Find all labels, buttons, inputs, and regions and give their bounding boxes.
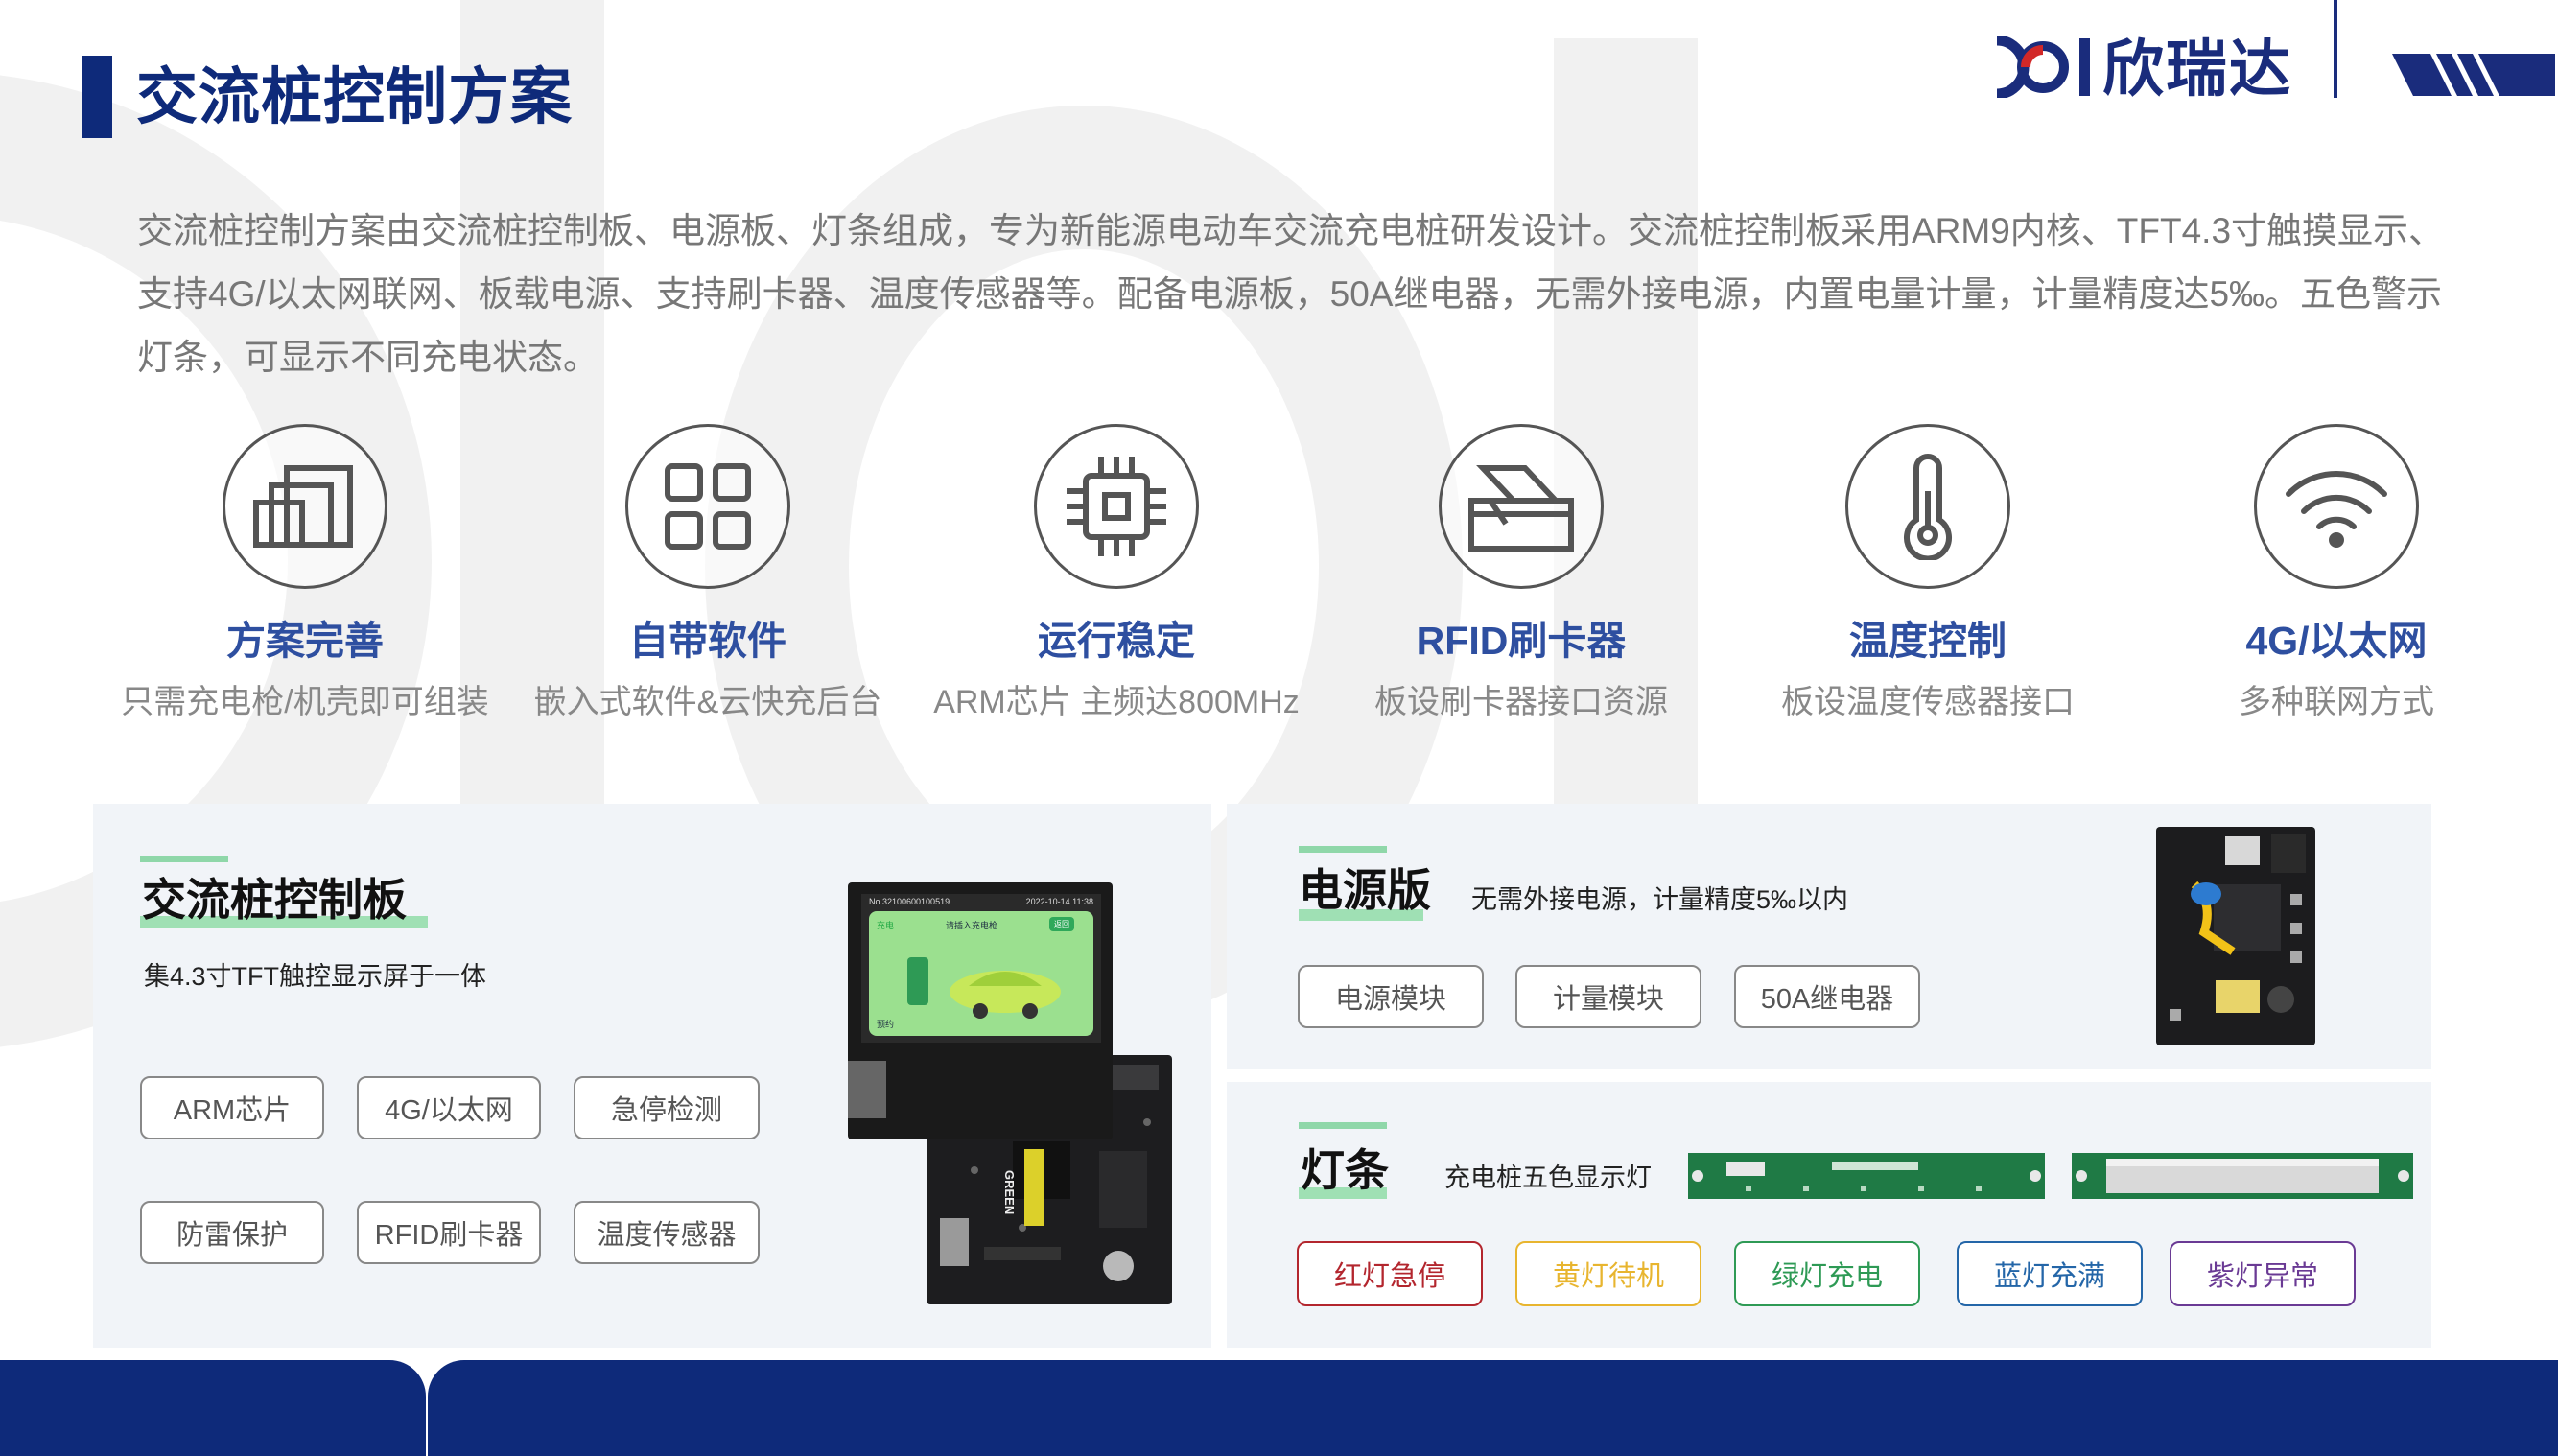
feature-network: 4G/以太网 多种联网方式 [2125, 424, 2547, 727]
light-bar-image-1 [1688, 1153, 2045, 1199]
intro-paragraph: 交流桩控制方案由交流桩控制板、电源板、灯条组成，专为新能源电动车交流充电桩研发设… [137, 211, 2445, 377]
tag-red-light: 红灯急停 [1297, 1241, 1483, 1306]
title-accent-bar [82, 56, 112, 138]
control-board-title: 交流桩控制板 [142, 875, 407, 925]
feature-title: 4G/以太网 [2245, 619, 2428, 663]
tag-lightning-protection: 防雷保护 [140, 1201, 324, 1264]
feature-desc: 只需充电枪/机壳即可组装 [121, 684, 489, 720]
feature-icon-circle [1034, 424, 1199, 589]
feature-icon-circle [223, 424, 387, 589]
logo-divider [2334, 0, 2337, 98]
title-accent-line [1299, 1122, 1387, 1129]
thermometer-icon [1904, 454, 1952, 560]
feature-temperature: 温度控制 板设温度传感器接口 [1717, 424, 2139, 727]
tag-power-module: 电源模块 [1298, 965, 1484, 1028]
feature-software: 自带软件 嵌入式软件&云快充后台 [497, 424, 919, 727]
feature-rfid: RFID刷卡器 板设刷卡器接口资源 [1310, 424, 1732, 727]
title-accent-line [1299, 846, 1387, 853]
card-reader-icon [1468, 465, 1574, 552]
panels-icon [253, 465, 353, 548]
feature-stability: 运行稳定 ARM芯片 主频达800MHz [905, 424, 1327, 727]
feature-icon-circle [1845, 424, 2010, 589]
tag-temp-sensor: 温度传感器 [574, 1201, 760, 1264]
feature-solution: 方案完善 只需充电枪/机壳即可组装 [94, 424, 516, 727]
feature-title: 温度控制 [1849, 619, 2007, 663]
tag-green-light: 绿灯充电 [1734, 1241, 1920, 1306]
footer-bar-left [0, 1360, 426, 1456]
light-bar-image-2 [2072, 1153, 2413, 1199]
screen-button: 返回 [1049, 917, 1074, 931]
feature-title: 自带软件 [629, 619, 786, 663]
power-board-image [2156, 827, 2315, 1045]
power-board-title: 电源版 [1299, 865, 1431, 915]
feature-icon-circle [2254, 424, 2419, 589]
control-board-image: GREEN No.32100600100519 2022-10-14 11:38… [848, 882, 1172, 1304]
light-bar-panel [1227, 1082, 2431, 1348]
logo-text: 欣瑞达 [2102, 35, 2292, 104]
pcb-label-strip [1024, 1149, 1044, 1226]
logo-mark-icon [1996, 36, 2090, 98]
tag-metering-module: 计量模块 [1515, 965, 1701, 1028]
tag-purple-light: 紫灯异常 [2170, 1241, 2356, 1306]
control-board-subtitle: 集4.3寸TFT触控显示屏于一体 [144, 962, 487, 991]
chip-icon [1067, 457, 1166, 556]
feature-title: 方案完善 [226, 619, 384, 663]
tag-50a-relay: 50A继电器 [1734, 965, 1920, 1028]
screen-content: 充电 请插入充电枪 返回 预约 [869, 911, 1093, 1036]
power-board-subtitle: 无需外接电源，计量精度5‰以内 [1471, 885, 1849, 914]
feature-desc: 嵌入式软件&云快充后台 [533, 684, 882, 720]
footer-bar-right [428, 1360, 2558, 1456]
light-bar-subtitle: 充电桩五色显示灯 [1444, 1163, 1652, 1192]
tag-arm-chip: ARM芯片 [140, 1076, 324, 1139]
feature-title: 运行稳定 [1038, 619, 1195, 663]
feature-desc: 板设温度传感器接口 [1781, 684, 2075, 720]
pcb-label: GREEN [1002, 1170, 1017, 1215]
grid-icon [665, 463, 751, 550]
stripes-decoration [2392, 54, 2555, 96]
display-connector [848, 1061, 886, 1118]
ev-car-icon [907, 957, 1061, 1019]
feature-desc: 板设刷卡器接口资源 [1374, 684, 1668, 720]
screen-center-label: 请插入充电枪 [946, 921, 998, 930]
screen-time-text: 2022-10-14 11:38 [1025, 897, 1093, 906]
tag-rfid: RFID刷卡器 [357, 1201, 541, 1264]
feature-icon-circle [1439, 424, 1604, 589]
feature-desc: 多种联网方式 [2239, 684, 2434, 720]
feature-icon-circle [625, 424, 790, 589]
tag-4g-ethernet: 4G/以太网 [357, 1076, 541, 1139]
light-bar-title: 灯条 [1301, 1145, 1389, 1195]
title-accent-line [140, 856, 228, 862]
wifi-icon [2286, 470, 2387, 548]
tag-blue-light: 蓝灯充满 [1957, 1241, 2143, 1306]
display-screen: No.32100600100519 2022-10-14 11:38 充电 请插… [861, 894, 1101, 1043]
screen-left-label: 充电 [877, 921, 895, 930]
page-title: 交流桩控制方案 [136, 62, 573, 131]
tag-emergency-stop: 急停检测 [574, 1076, 760, 1139]
feature-title: RFID刷卡器 [1416, 619, 1627, 663]
screen-id-text: No.32100600100519 [869, 897, 950, 906]
screen-bottom-label: 预约 [877, 1020, 895, 1029]
tag-yellow-light: 黄灯待机 [1515, 1241, 1701, 1306]
feature-desc: ARM芯片 主频达800MHz [933, 684, 1300, 720]
